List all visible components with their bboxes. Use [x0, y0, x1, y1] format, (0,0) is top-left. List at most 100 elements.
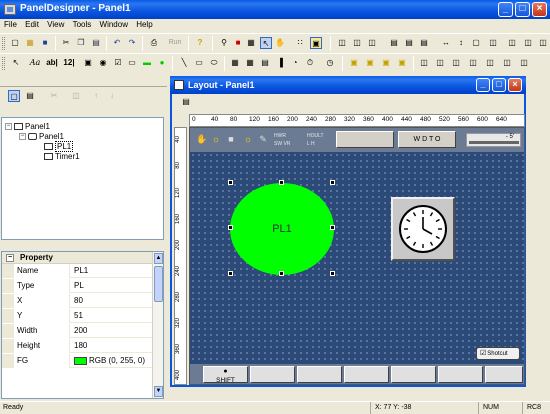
collapse-icon[interactable]: − — [5, 123, 12, 131]
center-h-icon[interactable]: ◫ — [522, 37, 534, 49]
tree-group-icon[interactable]: ◫ — [70, 90, 82, 102]
run-button[interactable]: Run — [164, 37, 186, 49]
shift-key[interactable]: ● SHIFT — [203, 366, 248, 384]
function-key[interactable] — [391, 366, 436, 383]
number-tool[interactable]: 12| — [62, 57, 76, 69]
select-tool-icon[interactable]: ↖ — [10, 57, 22, 69]
undo-icon[interactable]: ↶ — [111, 37, 123, 49]
forward-icon[interactable]: ▣ — [380, 57, 392, 69]
radio-tool-icon[interactable]: ◉ — [97, 57, 109, 69]
zoom-icon[interactable]: ⚲ — [218, 37, 230, 49]
function-key[interactable] — [344, 366, 389, 383]
tree-node-root[interactable]: − Panel1 — [5, 122, 50, 132]
property-row[interactable]: Y 51 — [2, 309, 154, 323]
align-top-icon[interactable]: ▤ — [388, 37, 400, 49]
stop-square-icon[interactable]: ■ — [226, 133, 236, 145]
layout-title-bar[interactable]: Layout - Panel1 _ □ × — [170, 76, 526, 94]
align-left-icon[interactable]: ◫ — [336, 37, 348, 49]
strip-blank-button[interactable] — [336, 131, 394, 148]
timer-tool-icon[interactable]: ⏱ — [304, 57, 316, 69]
tree-node-timer1[interactable]: Timer1 — [44, 152, 80, 162]
send-back-icon[interactable]: ▣ — [364, 57, 376, 69]
space-h-icon[interactable]: ◫ — [487, 37, 499, 49]
timer-clock[interactable] — [391, 197, 455, 261]
copy-icon[interactable]: ❐ — [75, 37, 87, 49]
grid-icon[interactable]: ▦ — [245, 37, 257, 49]
ellipse-tool-icon[interactable]: ⬭ — [208, 57, 220, 69]
resize-handle[interactable] — [330, 225, 335, 230]
property-row[interactable]: Width 200 — [2, 324, 154, 338]
property-header[interactable]: − Property — [2, 252, 154, 264]
layout-close-button[interactable]: × — [508, 78, 522, 92]
app-title-bar[interactable]: PanelDesigner - Panel1 _ □ × — [0, 0, 550, 19]
property-scrollbar[interactable]: ▲ ▼ — [152, 252, 163, 398]
new-icon[interactable]: ▢ — [9, 37, 21, 49]
paste-icon[interactable]: ▤ — [90, 37, 102, 49]
move-down-icon[interactable]: ↓ — [106, 90, 118, 102]
menu-tools[interactable]: Tools — [69, 19, 94, 29]
tree-node-pl1[interactable]: PL1 — [44, 141, 74, 152]
collapse-icon[interactable]: − — [19, 133, 26, 141]
scroll-down-icon[interactable]: ▼ — [154, 386, 163, 397]
scroll-thumb[interactable] — [154, 266, 163, 302]
tree-cut-icon[interactable]: ✂ — [48, 90, 60, 102]
menu-view[interactable]: View — [43, 19, 66, 29]
pl1-circle[interactable]: PL1 — [230, 183, 334, 275]
line-tool-icon[interactable]: ╲ — [178, 57, 190, 69]
backward-icon[interactable]: ▣ — [396, 57, 408, 69]
textbox-tool[interactable]: ab| — [45, 57, 59, 69]
ungroup-icon[interactable]: ◫ — [484, 57, 496, 69]
property-row[interactable]: Height 180 — [2, 339, 154, 353]
snap-icon[interactable]: ▣ — [310, 37, 322, 49]
center-v-icon[interactable]: ◫ — [537, 37, 549, 49]
toolbar-grip-2[interactable] — [2, 57, 5, 70]
align-center-icon[interactable]: ◫ — [351, 37, 363, 49]
pointer-icon[interactable]: ↖ — [260, 37, 272, 49]
pen-icon[interactable]: ✎ — [258, 133, 268, 145]
page-icon[interactable]: ▤ — [24, 90, 36, 102]
value-slider[interactable]: - 5' — [466, 133, 521, 147]
unlock-icon[interactable]: ◫ — [518, 57, 530, 69]
resize-handle[interactable] — [279, 180, 284, 185]
group-icon[interactable]: ◫ — [467, 57, 479, 69]
close-button[interactable]: × — [532, 2, 547, 17]
help-icon[interactable]: ? — [194, 37, 206, 49]
clock-tool-icon[interactable]: ◷ — [324, 57, 336, 69]
grid-dots-icon[interactable]: ∷ — [294, 37, 306, 49]
move-up-icon[interactable]: ↑ — [90, 90, 102, 102]
space-v-icon[interactable]: ◫ — [506, 37, 518, 49]
table-tool-icon[interactable]: ▦ — [244, 57, 256, 69]
align-bottom-icon[interactable]: ▤ — [418, 37, 430, 49]
menu-file[interactable]: File — [0, 19, 19, 29]
resize-handle[interactable] — [279, 271, 284, 276]
property-row[interactable]: X 80 — [2, 294, 154, 308]
property-row[interactable]: Name PL1 — [2, 264, 154, 278]
tree-view-icon[interactable]: ▢ — [8, 90, 20, 102]
green-circle-tool-icon[interactable]: ● — [156, 57, 168, 69]
check-tool-icon[interactable]: ☑ — [112, 57, 124, 69]
chart-tool-icon[interactable]: ▐ — [274, 57, 286, 69]
bring-front-icon[interactable]: ▣ — [348, 57, 360, 69]
same-height-icon[interactable]: ↕ — [455, 37, 467, 49]
scroll-up-icon[interactable]: ▲ — [154, 253, 163, 264]
lock-icon[interactable]: ◫ — [501, 57, 513, 69]
hand-icon[interactable]: ✋ — [196, 133, 207, 145]
shotcut-button[interactable]: Shotcut — [476, 347, 520, 360]
function-key[interactable] — [250, 366, 295, 383]
save-icon[interactable]: ■ — [39, 37, 51, 49]
list-tool-icon[interactable]: ▤ — [259, 57, 271, 69]
text-tool[interactable]: Aa — [28, 57, 42, 69]
resize-handle[interactable] — [228, 180, 233, 185]
gauge-tool-icon[interactable]: ◔ — [289, 57, 301, 69]
menu-edit[interactable]: Edit — [21, 19, 41, 29]
rotate-icon[interactable]: ◫ — [450, 57, 462, 69]
property-row[interactable]: Type PL — [2, 279, 154, 293]
green-rect-tool-icon[interactable]: ▬ — [141, 57, 153, 69]
checkbox-tool-icon[interactable]: ▣ — [82, 57, 94, 69]
property-row-fg[interactable]: FG RGB (0, 255, 0) — [2, 354, 154, 368]
cut-icon[interactable]: ✂ — [60, 37, 72, 49]
redo-icon[interactable]: ↷ — [126, 37, 138, 49]
open-icon[interactable]: ▦ — [24, 37, 36, 49]
function-key[interactable] — [297, 366, 342, 383]
resize-handle[interactable] — [228, 225, 233, 230]
